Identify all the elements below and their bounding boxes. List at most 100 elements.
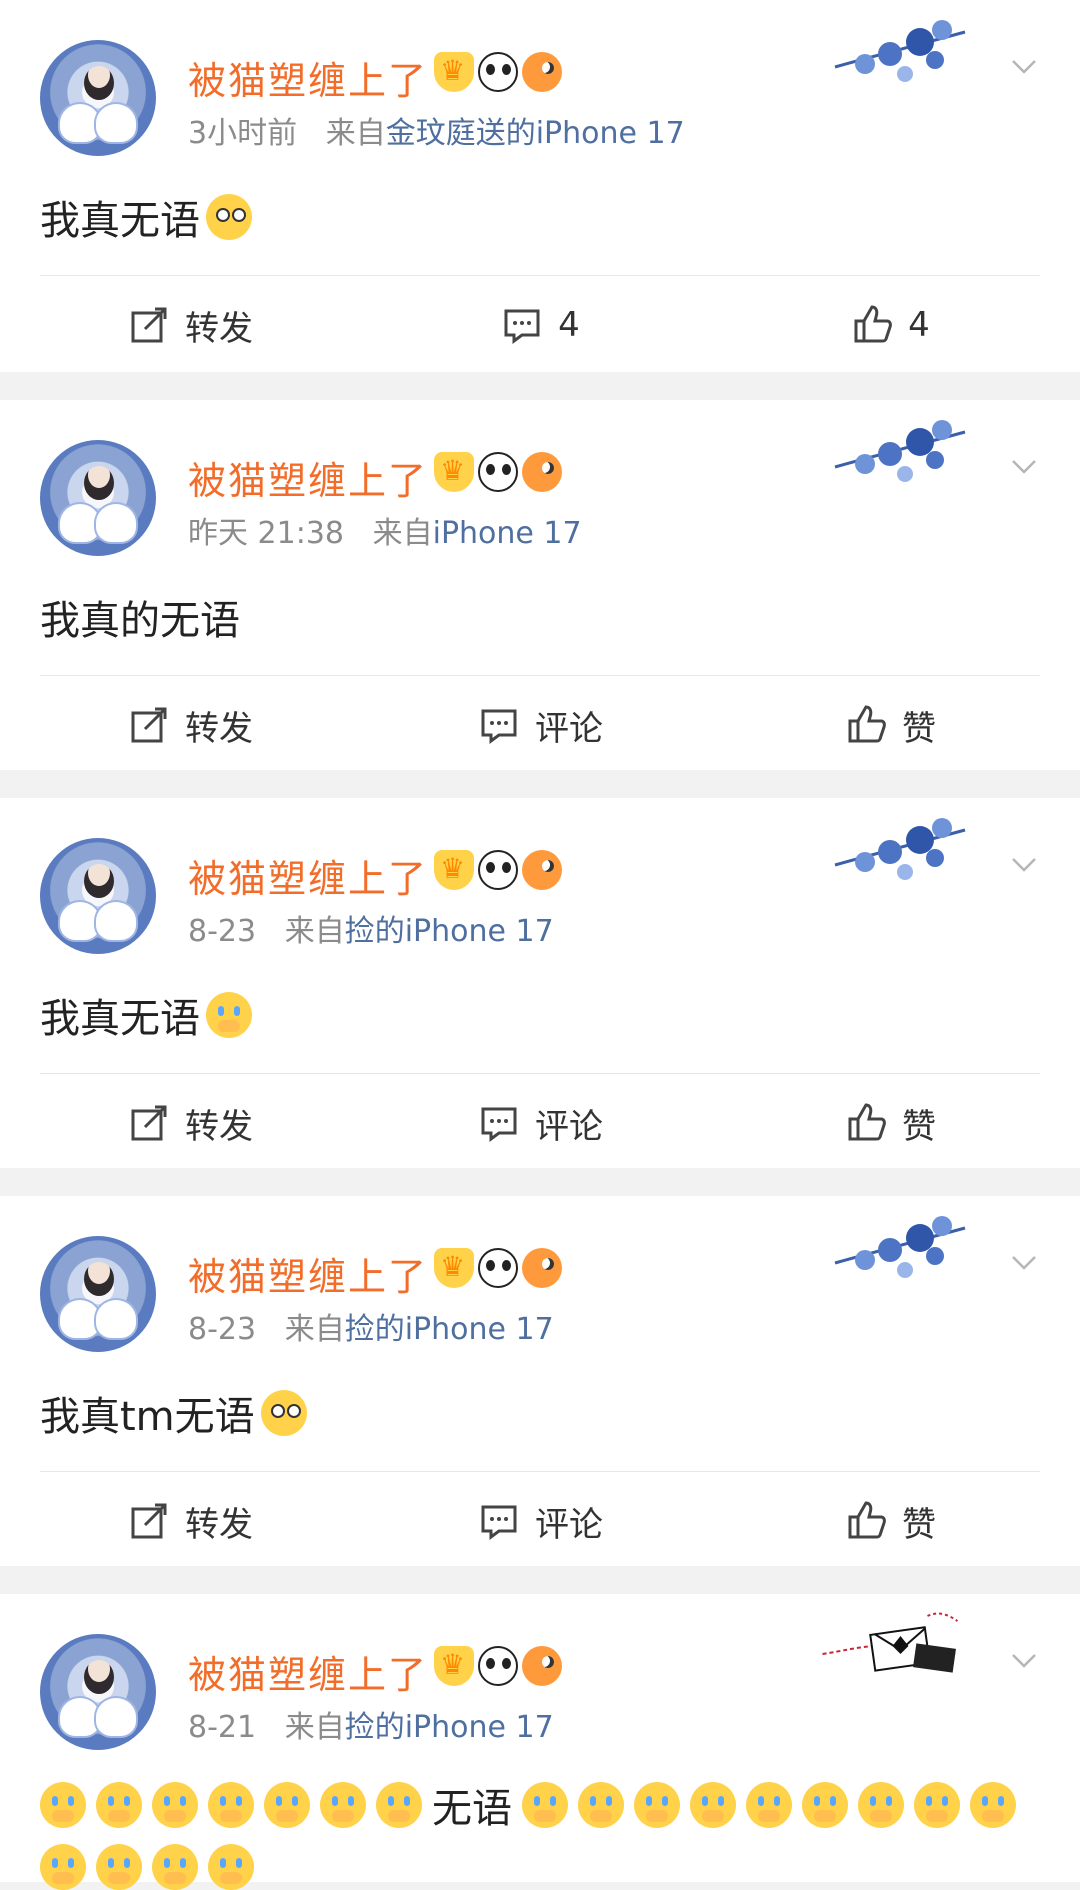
username[interactable]: 被猫塑缠上了 bbox=[188, 1246, 428, 1301]
repost-button[interactable]: 转发 bbox=[40, 276, 340, 374]
blue-flower-decoration-icon bbox=[834, 420, 966, 482]
crying-emoji bbox=[152, 1782, 198, 1828]
panda-badge-icon bbox=[478, 52, 518, 92]
crying-emoji bbox=[96, 1782, 142, 1828]
chevron-down-icon[interactable] bbox=[1010, 452, 1038, 480]
crying-emoji bbox=[320, 1782, 366, 1828]
crying-emoji bbox=[858, 1782, 904, 1828]
post-source-prefix: 来自 bbox=[372, 516, 433, 551]
fish-badge-icon bbox=[522, 1646, 562, 1686]
post-text: 我真的无语 bbox=[40, 598, 240, 644]
blue-flower-decoration-icon bbox=[834, 1216, 966, 1278]
post-time: 8-21 bbox=[188, 1710, 257, 1745]
crying-emoji bbox=[40, 1782, 86, 1828]
badges bbox=[434, 850, 562, 890]
repost-icon bbox=[131, 707, 167, 743]
like-icon bbox=[848, 1501, 886, 1539]
roll-eyes-emoji bbox=[260, 1390, 307, 1436]
post-card-1[interactable]: 被猫塑缠上了 3小时前 来自金玟庭送的iPhone 17 我真无语 转发 bbox=[0, 0, 1080, 372]
like-button[interactable]: 赞 bbox=[740, 1074, 1040, 1172]
post-source[interactable]: 捡的iPhone 17 bbox=[345, 1312, 554, 1347]
repost-button[interactable]: 转发 bbox=[40, 676, 340, 774]
fish-badge-icon bbox=[522, 52, 562, 92]
post-meta: 3小时前 来自金玟庭送的iPhone 17 bbox=[188, 108, 685, 152]
avatar[interactable] bbox=[40, 440, 156, 556]
post-source[interactable]: 金玟庭送的iPhone 17 bbox=[386, 116, 685, 151]
avatar[interactable] bbox=[40, 838, 156, 954]
repost-button[interactable]: 转发 bbox=[40, 1472, 340, 1570]
chevron-down-icon[interactable] bbox=[1010, 1248, 1038, 1276]
post-actions: 转发 评论 赞 bbox=[0, 1472, 1080, 1570]
post-card-4[interactable]: 被猫塑缠上了 8-23 来自捡的iPhone 17 我真tm无语 转发 bbox=[0, 1196, 1080, 1566]
badges bbox=[434, 1248, 562, 1288]
comment-button[interactable]: 评论 bbox=[390, 1472, 690, 1570]
post-actions: 转发 评论 赞 bbox=[0, 1074, 1080, 1172]
post-source[interactable]: 捡的iPhone 17 bbox=[345, 914, 554, 949]
comment-icon bbox=[481, 709, 517, 744]
post-text: 我真tm无语 bbox=[40, 1384, 307, 1442]
post-meta: 昨天 21:38 来自iPhone 17 bbox=[188, 508, 582, 552]
comment-button[interactable]: 评论 bbox=[390, 676, 690, 774]
post-time: 3小时前 bbox=[188, 116, 298, 151]
post-source[interactable]: 捡的iPhone 17 bbox=[345, 1710, 554, 1745]
fish-badge-icon bbox=[522, 850, 562, 890]
post-time: 8-23 bbox=[188, 1312, 257, 1347]
panda-badge-icon bbox=[478, 850, 518, 890]
crown-badge-icon bbox=[434, 52, 474, 92]
blue-flower-decoration-icon bbox=[834, 818, 966, 880]
post-meta: 8-23 来自捡的iPhone 17 bbox=[188, 1304, 554, 1348]
crown-badge-icon bbox=[434, 1646, 474, 1686]
chevron-down-icon[interactable] bbox=[1010, 52, 1038, 80]
crying-emoji bbox=[914, 1782, 960, 1828]
crying-emoji bbox=[522, 1782, 568, 1828]
post-meta: 8-23 来自捡的iPhone 17 bbox=[188, 906, 554, 950]
like-button[interactable]: 赞 bbox=[740, 676, 1040, 774]
repost-button[interactable]: 转发 bbox=[40, 1074, 340, 1172]
like-button[interactable]: 赞 bbox=[740, 1472, 1040, 1570]
blue-flower-decoration-icon bbox=[834, 20, 966, 82]
crying-emoji bbox=[96, 1844, 142, 1890]
post-source[interactable]: iPhone 17 bbox=[433, 516, 582, 551]
crown-badge-icon bbox=[434, 452, 474, 492]
crying-emoji bbox=[970, 1782, 1016, 1828]
comment-button[interactable]: 评论 bbox=[390, 1074, 690, 1172]
avatar[interactable] bbox=[40, 40, 156, 156]
post-text: 无语 bbox=[40, 1776, 1040, 1890]
fish-badge-icon bbox=[522, 1248, 562, 1288]
like-icon bbox=[854, 305, 893, 343]
comment-icon bbox=[481, 1107, 517, 1142]
post-source-prefix: 来自 bbox=[325, 116, 386, 151]
crying-emoji bbox=[206, 992, 252, 1038]
repost-icon bbox=[131, 1105, 167, 1141]
post-meta: 8-21 来自捡的iPhone 17 bbox=[188, 1702, 554, 1746]
chevron-down-icon[interactable] bbox=[1010, 1646, 1038, 1674]
post-card-2[interactable]: 被猫塑缠上了 昨天 21:38 来自iPhone 17 我真的无语 转发 bbox=[0, 400, 1080, 770]
username[interactable]: 被猫塑缠上了 bbox=[188, 50, 428, 105]
chevron-down-icon[interactable] bbox=[1010, 850, 1038, 878]
avatar[interactable] bbox=[40, 1634, 156, 1750]
crying-emoji bbox=[208, 1844, 254, 1890]
post-card-3[interactable]: 被猫塑缠上了 8-23 来自捡的iPhone 17 我真无语 转发 bbox=[0, 798, 1080, 1168]
crying-emoji bbox=[264, 1782, 310, 1828]
username[interactable]: 被猫塑缠上了 bbox=[188, 450, 428, 505]
post-card-5[interactable]: 被猫塑缠上了 8-21 来自捡的iPhone 17 无语 bbox=[0, 1594, 1080, 1890]
crying-emoji bbox=[376, 1782, 422, 1828]
like-icon bbox=[848, 1103, 886, 1141]
envelope-decoration-icon bbox=[822, 1612, 959, 1673]
comment-button[interactable]: 4 bbox=[390, 276, 690, 374]
panda-badge-icon bbox=[478, 1646, 518, 1686]
repost-icon bbox=[131, 307, 167, 343]
post-text: 我真无语 bbox=[40, 188, 252, 246]
like-button[interactable]: 4 bbox=[740, 276, 1040, 374]
crying-emoji bbox=[690, 1782, 736, 1828]
crying-emoji bbox=[578, 1782, 624, 1828]
roll-eyes-emoji bbox=[206, 194, 252, 240]
post-time: 8-23 bbox=[188, 914, 257, 949]
crying-emoji bbox=[40, 1844, 86, 1890]
crying-emoji bbox=[802, 1782, 848, 1828]
username[interactable]: 被猫塑缠上了 bbox=[188, 1644, 428, 1699]
crying-emoji bbox=[208, 1782, 254, 1828]
avatar[interactable] bbox=[40, 1236, 156, 1352]
like-icon bbox=[848, 705, 886, 743]
username[interactable]: 被猫塑缠上了 bbox=[188, 848, 428, 903]
